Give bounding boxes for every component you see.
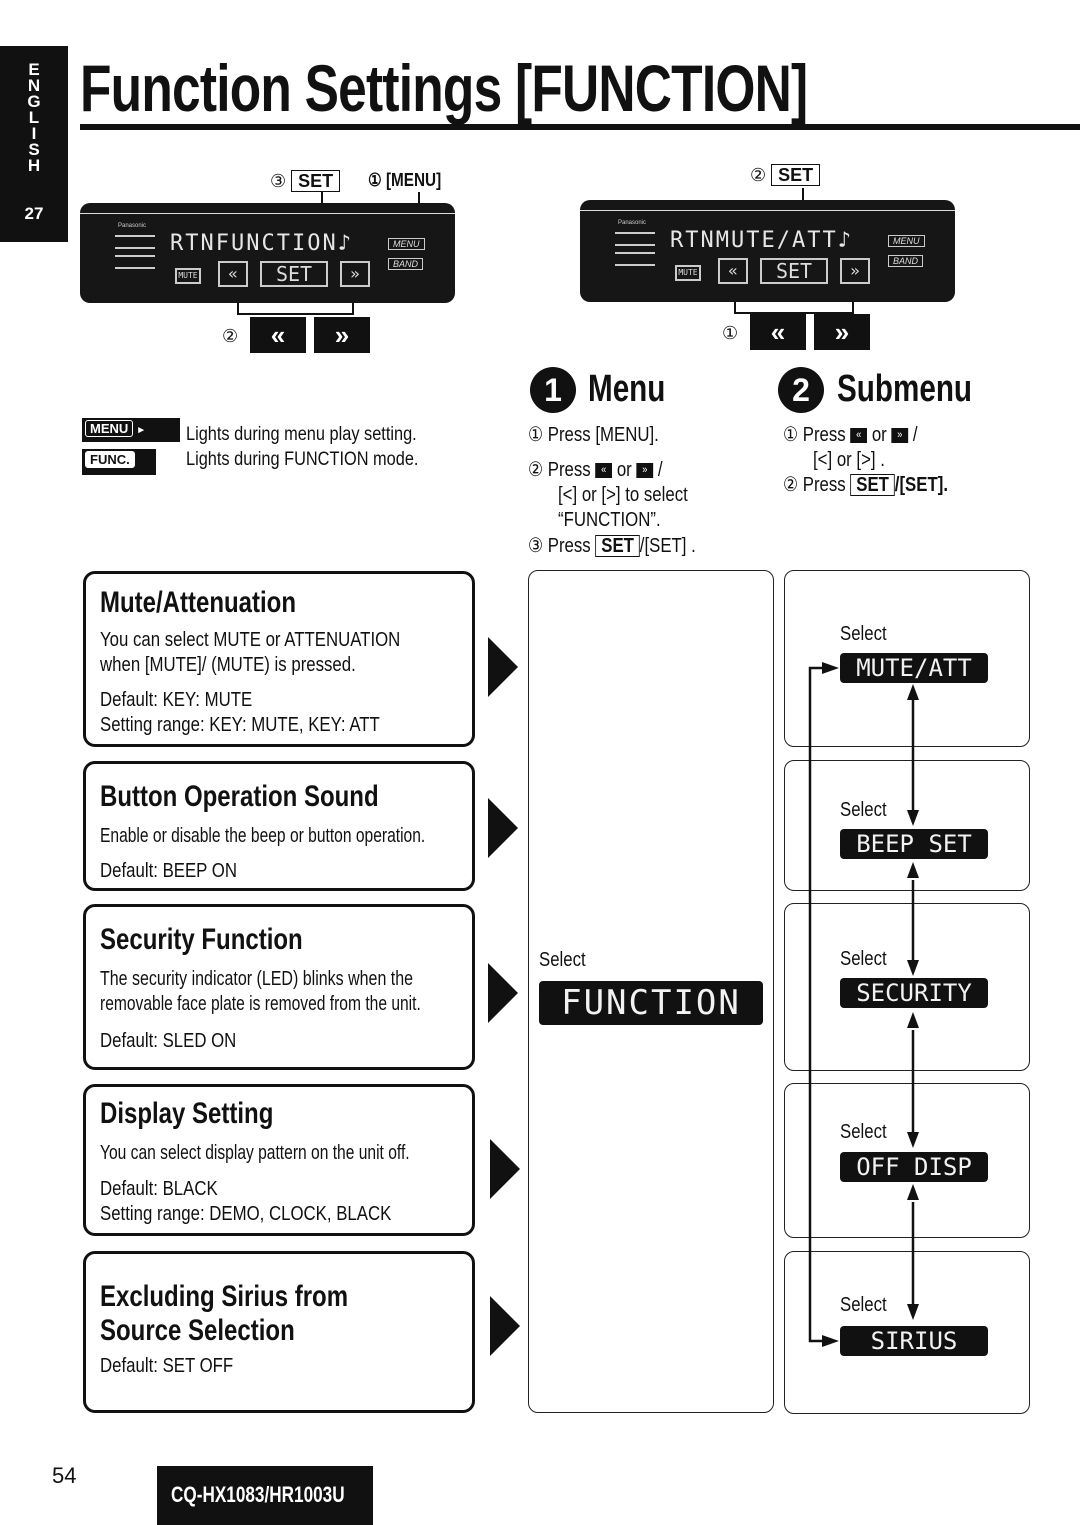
arrow-down-icon [907, 1304, 919, 1320]
arrow-down-icon [907, 810, 919, 826]
arrow-right-icon [822, 662, 839, 674]
arrow-right-icon [822, 1335, 839, 1347]
arrow-down-icon [907, 1132, 919, 1148]
flow-arrows [808, 662, 919, 1347]
model-number: CQ-HX1083/HR1003U [171, 1482, 345, 1507]
arrow-up-icon [907, 684, 919, 700]
arrow-down-icon [907, 960, 919, 976]
arrow-up-icon [907, 862, 919, 878]
arrow-up-icon [907, 1184, 919, 1200]
loop-arrow-line [808, 666, 833, 1343]
model-number-tag: CQ-HX1083/HR1003U [157, 1466, 373, 1525]
arrow-up-icon [907, 1012, 919, 1028]
page-number: 54 [52, 1463, 77, 1488]
